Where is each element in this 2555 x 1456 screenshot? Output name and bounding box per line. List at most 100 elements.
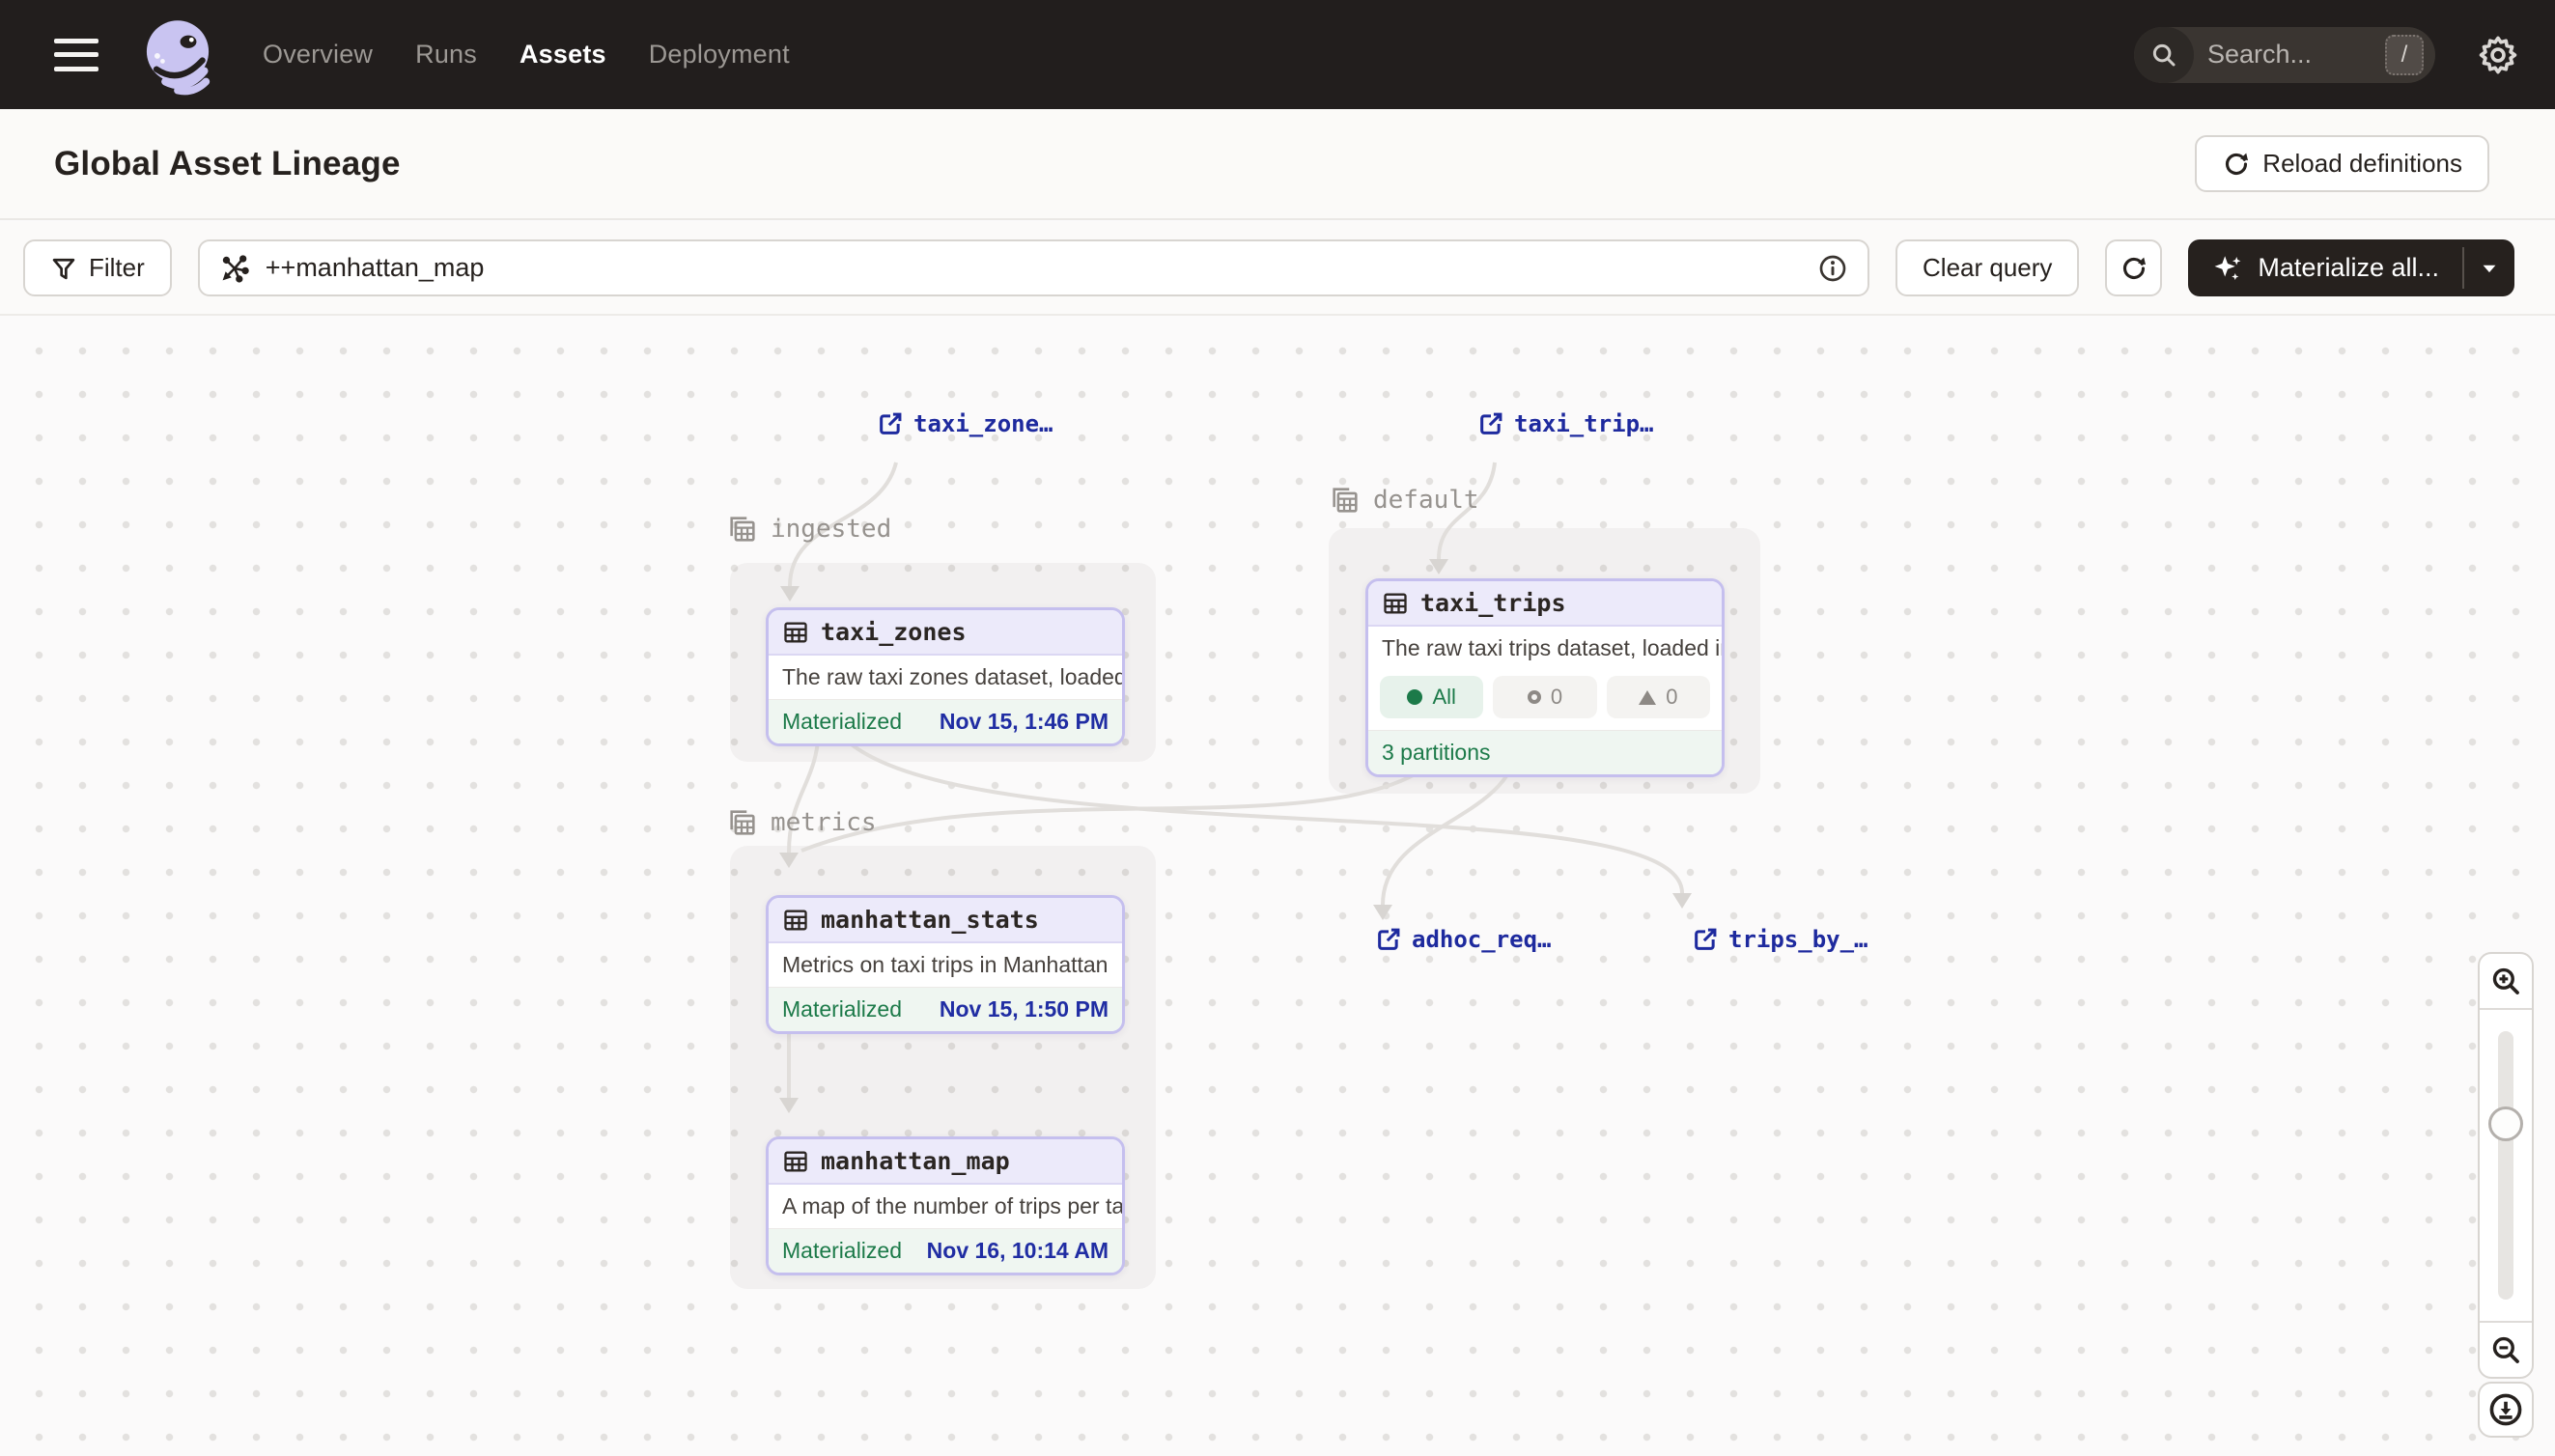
asset-node-header: manhattan_stats: [769, 898, 1122, 943]
external-asset-link-taxi-trip[interactable]: taxi_trip…: [1477, 410, 1654, 437]
table-icon: [782, 619, 809, 646]
group-tables-icon: [1329, 484, 1362, 517]
partition-pill-label: All: [1432, 685, 1455, 710]
table-icon: [1382, 590, 1409, 617]
clear-query-label: Clear query: [1923, 253, 2052, 283]
nav-item-overview[interactable]: Overview: [263, 40, 373, 70]
partition-pill-all[interactable]: All: [1380, 676, 1483, 718]
asset-description: A map of the number of trips per taxi z.…: [769, 1185, 1122, 1229]
hamburger-menu-icon[interactable]: [54, 39, 98, 71]
asset-selection-input[interactable]: [266, 253, 1817, 283]
nav-item-deployment[interactable]: Deployment: [649, 40, 790, 70]
asset-node-header: taxi_zones: [769, 610, 1122, 656]
global-search[interactable]: /: [2134, 27, 2435, 83]
dagster-app-window: Overview Runs Assets Deployment /: [0, 0, 2555, 1456]
lineage-toolbar: Filter Clear query: [0, 222, 2555, 316]
asset-description: The raw taxi trips dataset, loaded into …: [1368, 627, 1722, 670]
group-label-text: ingested: [771, 515, 891, 544]
external-link-icon: [877, 410, 904, 437]
primary-nav: Overview Runs Assets Deployment: [263, 40, 790, 70]
page-header: Global Asset Lineage Reload definitions: [0, 109, 2555, 220]
lineage-edges: [0, 318, 2555, 1456]
info-icon[interactable]: [1817, 253, 1848, 284]
asset-node-taxi-trips[interactable]: taxi_trips The raw taxi trips dataset, l…: [1365, 578, 1725, 777]
partition-pill-missing[interactable]: 0: [1493, 676, 1596, 718]
asset-status-footer: Materialized Nov 15, 1:50 PM: [769, 988, 1122, 1031]
external-link-icon: [1477, 410, 1504, 437]
partition-health-row: All 0 0: [1368, 670, 1722, 731]
group-label-metrics[interactable]: metrics: [726, 806, 877, 839]
group-tables-icon: [726, 513, 759, 546]
materialize-all-label: Materialize all...: [2258, 253, 2439, 283]
asset-node-manhattan-stats[interactable]: manhattan_stats Metrics on taxi trips in…: [766, 895, 1125, 1034]
asset-description: The raw taxi zones dataset, loaded int..…: [769, 656, 1122, 700]
page-title: Global Asset Lineage: [54, 145, 401, 183]
funnel-icon: [50, 255, 77, 282]
materialization-timestamp[interactable]: Nov 16, 10:14 AM: [927, 1238, 1109, 1264]
nav-item-runs[interactable]: Runs: [415, 40, 477, 70]
group-label-text: metrics: [771, 808, 877, 837]
refresh-icon: [2120, 254, 2148, 283]
group-label-default[interactable]: default: [1329, 484, 1479, 517]
asset-title: taxi_zones: [821, 618, 967, 646]
download-icon: [2487, 1391, 2524, 1428]
asset-description: Metrics on taxi trips in Manhattan: [769, 943, 1122, 988]
status-badge: Materialized: [782, 1238, 902, 1264]
triangle-icon: [1639, 690, 1656, 705]
reload-icon: [2222, 150, 2251, 179]
top-nav-bar: Overview Runs Assets Deployment /: [0, 0, 2555, 109]
zoom-slider[interactable]: [2480, 1010, 2532, 1321]
status-badge: Materialized: [782, 996, 902, 1022]
zoom-in-button[interactable]: [2480, 954, 2532, 1010]
asset-node-manhattan-map[interactable]: manhattan_map A map of the number of tri…: [766, 1136, 1125, 1275]
asset-node-header: taxi_trips: [1368, 581, 1722, 627]
external-asset-link-trips-by[interactable]: trips_by_…: [1692, 926, 1868, 953]
partition-pill-failed[interactable]: 0: [1607, 676, 1710, 718]
zoom-out-icon: [2489, 1333, 2522, 1366]
lineage-canvas[interactable]: ingested default metrics: [0, 318, 2555, 1456]
chevron-down-icon: [2479, 258, 2500, 279]
settings-gear-icon[interactable]: [2476, 33, 2520, 77]
reload-definitions-label: Reload definitions: [2262, 149, 2462, 179]
clear-query-button[interactable]: Clear query: [1895, 239, 2079, 296]
zoom-slider-track[interactable]: [2498, 1031, 2513, 1300]
asset-selection-input-wrap[interactable]: [198, 239, 1869, 296]
hollow-dot-icon: [1528, 690, 1541, 704]
group-label-ingested[interactable]: ingested: [726, 513, 891, 546]
asset-node-header: manhattan_map: [769, 1139, 1122, 1185]
asset-title: manhattan_map: [821, 1147, 1010, 1175]
asset-status-footer: Materialized Nov 16, 10:14 AM: [769, 1229, 1122, 1273]
search-input[interactable]: [2194, 40, 2385, 70]
external-link-label: trips_by_…: [1728, 926, 1868, 953]
external-link-icon: [1375, 926, 1402, 953]
external-asset-link-taxi-zone[interactable]: taxi_zone…: [877, 410, 1053, 437]
status-badge: Materialized: [782, 709, 902, 735]
download-graph-button[interactable]: [2478, 1382, 2534, 1438]
refresh-button[interactable]: [2105, 239, 2162, 296]
dagster-logo[interactable]: [135, 11, 220, 99]
graph-query-icon: [219, 253, 250, 284]
asset-status-footer: 3 partitions: [1368, 731, 1722, 774]
partition-count-label[interactable]: 3 partitions: [1382, 740, 1491, 766]
asset-title: taxi_trips: [1420, 589, 1566, 617]
materialize-all-button[interactable]: Materialize all...: [2188, 239, 2462, 296]
filled-dot-icon: [1407, 689, 1422, 705]
materialization-timestamp[interactable]: Nov 15, 1:50 PM: [940, 996, 1109, 1022]
search-icon: [2134, 27, 2194, 83]
zoom-control-panel: [2478, 952, 2534, 1379]
zoom-in-icon: [2489, 965, 2522, 997]
filter-button[interactable]: Filter: [23, 239, 172, 296]
partition-pill-count: 0: [1666, 685, 1677, 710]
zoom-out-button[interactable]: [2480, 1321, 2532, 1377]
filter-label: Filter: [89, 253, 145, 283]
sparkle-icon: [2211, 252, 2244, 285]
materialize-dropdown-button[interactable]: [2464, 239, 2514, 296]
zoom-slider-thumb[interactable]: [2488, 1106, 2523, 1141]
materialization-timestamp[interactable]: Nov 15, 1:46 PM: [940, 709, 1109, 735]
group-label-text: default: [1373, 486, 1479, 515]
external-link-label: adhoc_req…: [1412, 926, 1552, 953]
nav-item-assets[interactable]: Assets: [519, 40, 606, 70]
asset-node-taxi-zones[interactable]: taxi_zones The raw taxi zones dataset, l…: [766, 607, 1125, 746]
external-asset-link-adhoc-req[interactable]: adhoc_req…: [1375, 926, 1552, 953]
reload-definitions-button[interactable]: Reload definitions: [2195, 135, 2489, 192]
